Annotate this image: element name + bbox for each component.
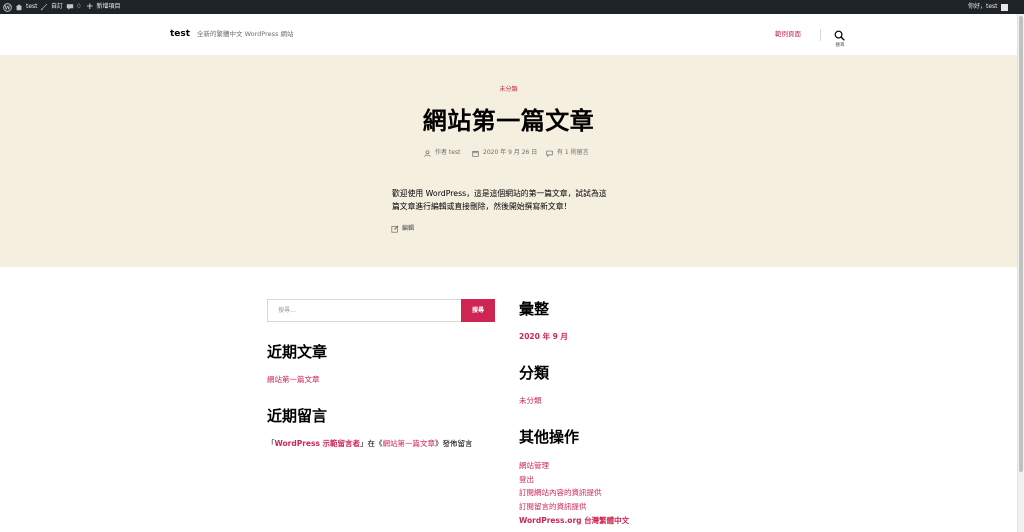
header-divider: [820, 29, 821, 41]
entry-category-link[interactable]: 未分類: [0, 86, 1017, 94]
comment-quote-open: 「: [267, 439, 275, 448]
recent-posts-title: 近期文章: [267, 343, 328, 361]
entry-content: 歡迎使用 WordPress，這是這個網站的第一篇文章，試試為這 篇文章進行編輯…: [392, 188, 638, 213]
widget-search-form: 搜尋… 搜尋: [267, 299, 495, 322]
plus-icon: +: [86, 2, 94, 12]
search-icon: [834, 30, 845, 41]
archive-link[interactable]: 2020 年 9 月: [519, 332, 568, 342]
adminbar-site-name: test: [26, 3, 38, 10]
search-toggle-button[interactable]: 搜尋: [832, 28, 848, 50]
edit-post-link[interactable]: 編輯: [391, 225, 414, 233]
meta-author-text: 作者 test: [435, 149, 461, 156]
archives-title: 彙整: [519, 300, 550, 318]
wordpress-logo-icon[interactable]: W: [3, 0, 12, 14]
widget-search-input[interactable]: 搜尋…: [267, 299, 462, 322]
adminbar-comments-count: 0: [77, 3, 81, 10]
edit-link-label: 編輯: [402, 225, 415, 232]
category-link[interactable]: 未分類: [519, 396, 542, 406]
meta-link-logout[interactable]: 登出: [519, 475, 534, 485]
site-title[interactable]: test: [170, 29, 190, 40]
meta-date[interactable]: 2020 年 9 月 26 日: [472, 148, 537, 158]
comment-on-text: 在《: [367, 439, 383, 448]
home-icon: [15, 4, 23, 11]
meta-comments[interactable]: 有 1 則留言: [546, 148, 589, 158]
entry-header: 未分類 網站第一篇文章 作者 test 2020 年 9 月 26 日 有 1 …: [0, 55, 1017, 267]
site-description: 全新的繁體中文 WordPress 網站: [197, 30, 294, 38]
adminbar-site-link[interactable]: test: [15, 0, 38, 14]
brush-icon: [40, 3, 48, 11]
meta-link-entries-feed[interactable]: 訂閱網站內容的資訊提供: [519, 488, 602, 498]
meta-author[interactable]: 作者 test: [424, 148, 460, 158]
comment-bubble-icon: [66, 4, 74, 10]
avatar: [1000, 3, 1008, 11]
comment-icon: [546, 150, 553, 157]
adminbar-customize-label: 自訂: [51, 3, 64, 10]
adminbar-new-content[interactable]: + 新增項目: [86, 0, 121, 14]
meta-comments-text: 有 1 則留言: [557, 149, 589, 156]
categories-title: 分類: [519, 364, 550, 382]
adminbar-my-account[interactable]: 你好，test: [968, 0, 1008, 14]
comment-author-link[interactable]: WordPress 示範留言者: [275, 439, 361, 448]
meta-link-comments-feed[interactable]: 訂閱留言的資訊提供: [519, 502, 587, 512]
comment-end-text: 》發佈留言: [435, 439, 473, 448]
meta-widget-title: 其他操作: [519, 428, 580, 446]
recent-comments-title: 近期留言: [267, 407, 328, 425]
adminbar-howdy: 你好，test: [968, 3, 998, 10]
meta-date-text: 2020 年 9 月 26 日: [483, 149, 538, 156]
adminbar-new-content-label: 新增項目: [96, 3, 121, 10]
widget-search-button[interactable]: 搜尋: [461, 299, 495, 322]
adminbar-customize[interactable]: 自訂: [40, 0, 63, 14]
meta-link-wordpress-org[interactable]: WordPress.org 台灣繁體中文: [519, 516, 629, 526]
entry-content-line-1: 歡迎使用 WordPress，這是這個網站的第一篇文章，試試為這: [392, 189, 607, 198]
recent-comment-item: 「WordPress 示範留言者」在《網站第一篇文章》發佈留言: [267, 439, 473, 449]
entry-content-line-2: 篇文章進行編輯或直接刪除，然後開始撰寫新文章！: [392, 201, 572, 211]
search-toggle-label: 搜尋: [835, 43, 845, 48]
menu-item-sample-page[interactable]: 範例頁面: [775, 30, 801, 39]
comment-post-link[interactable]: 網站第一篇文章: [383, 439, 436, 448]
recent-post-link[interactable]: 網站第一篇文章: [267, 375, 320, 385]
meta-link-site-admin[interactable]: 網站管理: [519, 461, 549, 471]
adminbar-comments[interactable]: 0: [66, 0, 81, 14]
user-icon: [424, 149, 431, 157]
comment-quote-close: 」: [360, 439, 368, 448]
page-scrollbar[interactable]: [1017, 14, 1024, 532]
entry-title[interactable]: 網站第一篇文章: [0, 103, 1017, 139]
scrollbar-thumb[interactable]: [1019, 16, 1023, 472]
edit-icon: [391, 225, 399, 233]
calendar-icon: [472, 150, 479, 157]
svg-text:W: W: [3, 5, 11, 11]
admin-bar: W test 自訂 0 + 新增項目 你好，test: [0, 0, 1024, 14]
site-header: test 全新的繁體中文 WordPress 網站 範例頁面 搜尋: [0, 14, 1017, 55]
